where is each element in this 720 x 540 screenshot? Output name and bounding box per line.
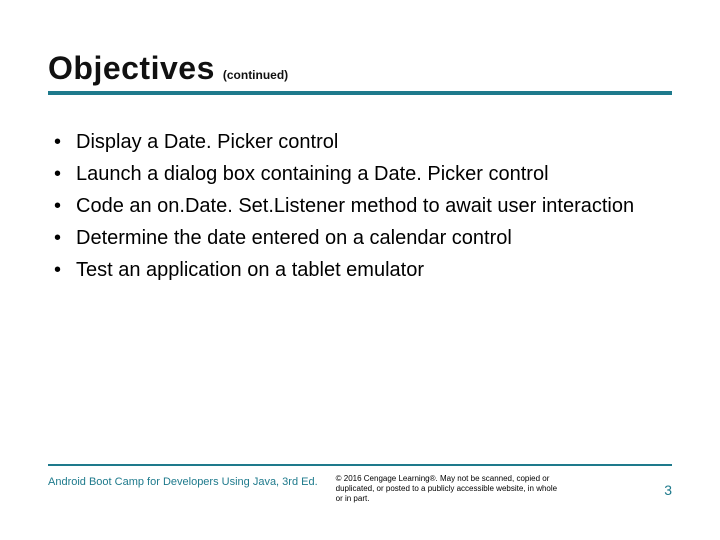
title-row: Objectives (continued)	[48, 50, 672, 87]
copyright-text: © 2016 Cengage Learning®. May not be sca…	[336, 474, 566, 504]
list-item: Determine the date entered on a calendar…	[76, 223, 672, 253]
title-divider	[48, 91, 672, 95]
continued-label: (continued)	[223, 68, 288, 82]
footer: Android Boot Camp for Developers Using J…	[48, 464, 672, 504]
list-item: Code an on.Date. Set.Listener method to …	[76, 191, 672, 221]
bullet-list: Display a Date. Picker control Launch a …	[48, 127, 672, 285]
slide: Objectives (continued) Display a Date. P…	[0, 0, 720, 540]
list-item: Launch a dialog box containing a Date. P…	[76, 159, 672, 189]
page-number: 3	[664, 482, 672, 498]
book-title: Android Boot Camp for Developers Using J…	[48, 474, 318, 488]
page-title: Objectives	[48, 50, 215, 87]
footer-divider	[48, 464, 672, 466]
list-item: Test an application on a tablet emulator	[76, 255, 672, 285]
list-item: Display a Date. Picker control	[76, 127, 672, 157]
footer-row: Android Boot Camp for Developers Using J…	[48, 474, 672, 504]
